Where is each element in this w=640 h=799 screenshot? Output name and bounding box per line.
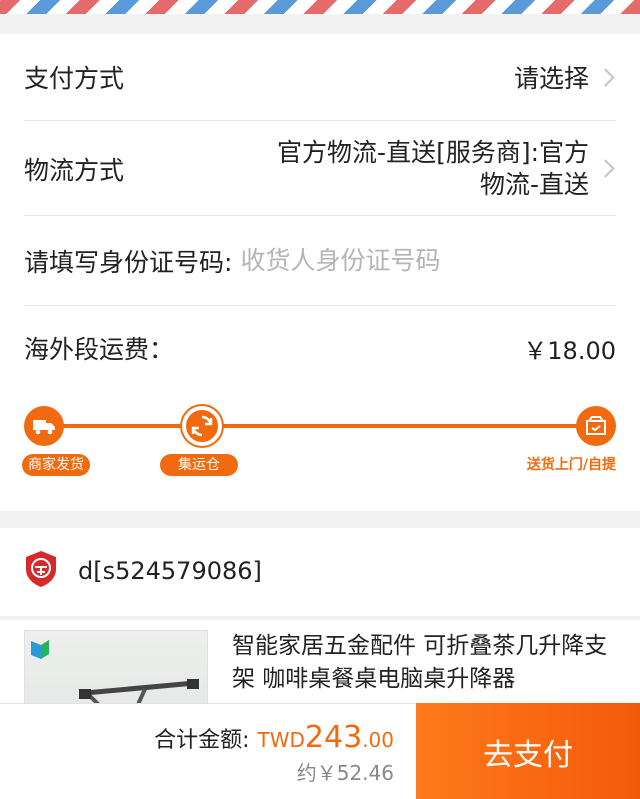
step-label-delivery: 送货上门/自提 [526,457,616,473]
shipping-fee-value: ￥18.00 [523,336,616,365]
total-currency: TWD [257,728,305,752]
refresh-icon [182,406,222,446]
logistics-method-value-line2: 物流-直送 [479,169,589,199]
chevron-right-icon [596,67,615,87]
shipping-progress-track: 商家发货 集运仓 送货上门/自提 [22,404,616,504]
airmail-border [0,0,640,14]
total-amount: 243 [304,720,363,755]
logistics-method-label: 物流方式 [24,155,125,185]
shipping-fee-label: 海外段运费： [24,335,175,364]
total-label: 合计金额: [154,728,250,753]
product-title[interactable]: 智能家居五金配件 可折叠茶几升降支架 咖啡桌餐桌电脑桌升降器 [232,630,616,696]
id-number-label: 请填写身份证号码: [24,247,233,277]
product-thumbnail[interactable] [24,630,208,705]
id-number-input[interactable] [240,246,501,275]
payment-method-row[interactable]: 支付方式 请选择 [24,34,616,121]
logistics-method-value-line1: 官方物流-直送[服务商]:官方 [277,137,589,167]
shop-name: d[s524579086] [78,557,262,585]
order-options-card: 支付方式 请选择 物流方式 官方物流-直送[服务商]:官方 物流-直送 请填写身… [0,34,640,511]
step-label-merchant-ship: 商家发货 [22,454,90,476]
step-label-warehouse: 集运仓 [160,454,238,476]
chevron-right-icon [596,159,615,178]
pay-button[interactable]: 去支付 [416,703,640,799]
truck-icon [24,406,64,446]
logistics-method-row[interactable]: 物流方式 官方物流-直送[服务商]:官方 物流-直送 [24,122,616,216]
payment-method-value: 请选择 [513,64,589,93]
progress-line [44,424,596,428]
package-icon [576,406,616,446]
shop-header[interactable]: d[s524579086] [24,550,262,592]
checkout-bar: 合计金额: TWD243.00 约￥52.46 去支付 [0,703,640,799]
enterprise-badge-icon [24,550,58,592]
total-approx-cny: 约￥52.46 [296,761,394,785]
payment-method-label: 支付方式 [24,64,125,93]
order-total: 合计金额: TWD243.00 约￥52.46 [154,720,394,786]
shipping-fee-row: 海外段运费： ￥18.00 [24,306,616,390]
shop-card: d[s524579086] [0,528,640,616]
id-number-row: 请填写身份证号码: [24,216,616,306]
total-amount-decimal: .00 [362,728,394,752]
order-item[interactable]: 智能家居五金配件 可折叠茶几升降支架 咖啡桌餐桌电脑桌升降器 [0,620,640,705]
